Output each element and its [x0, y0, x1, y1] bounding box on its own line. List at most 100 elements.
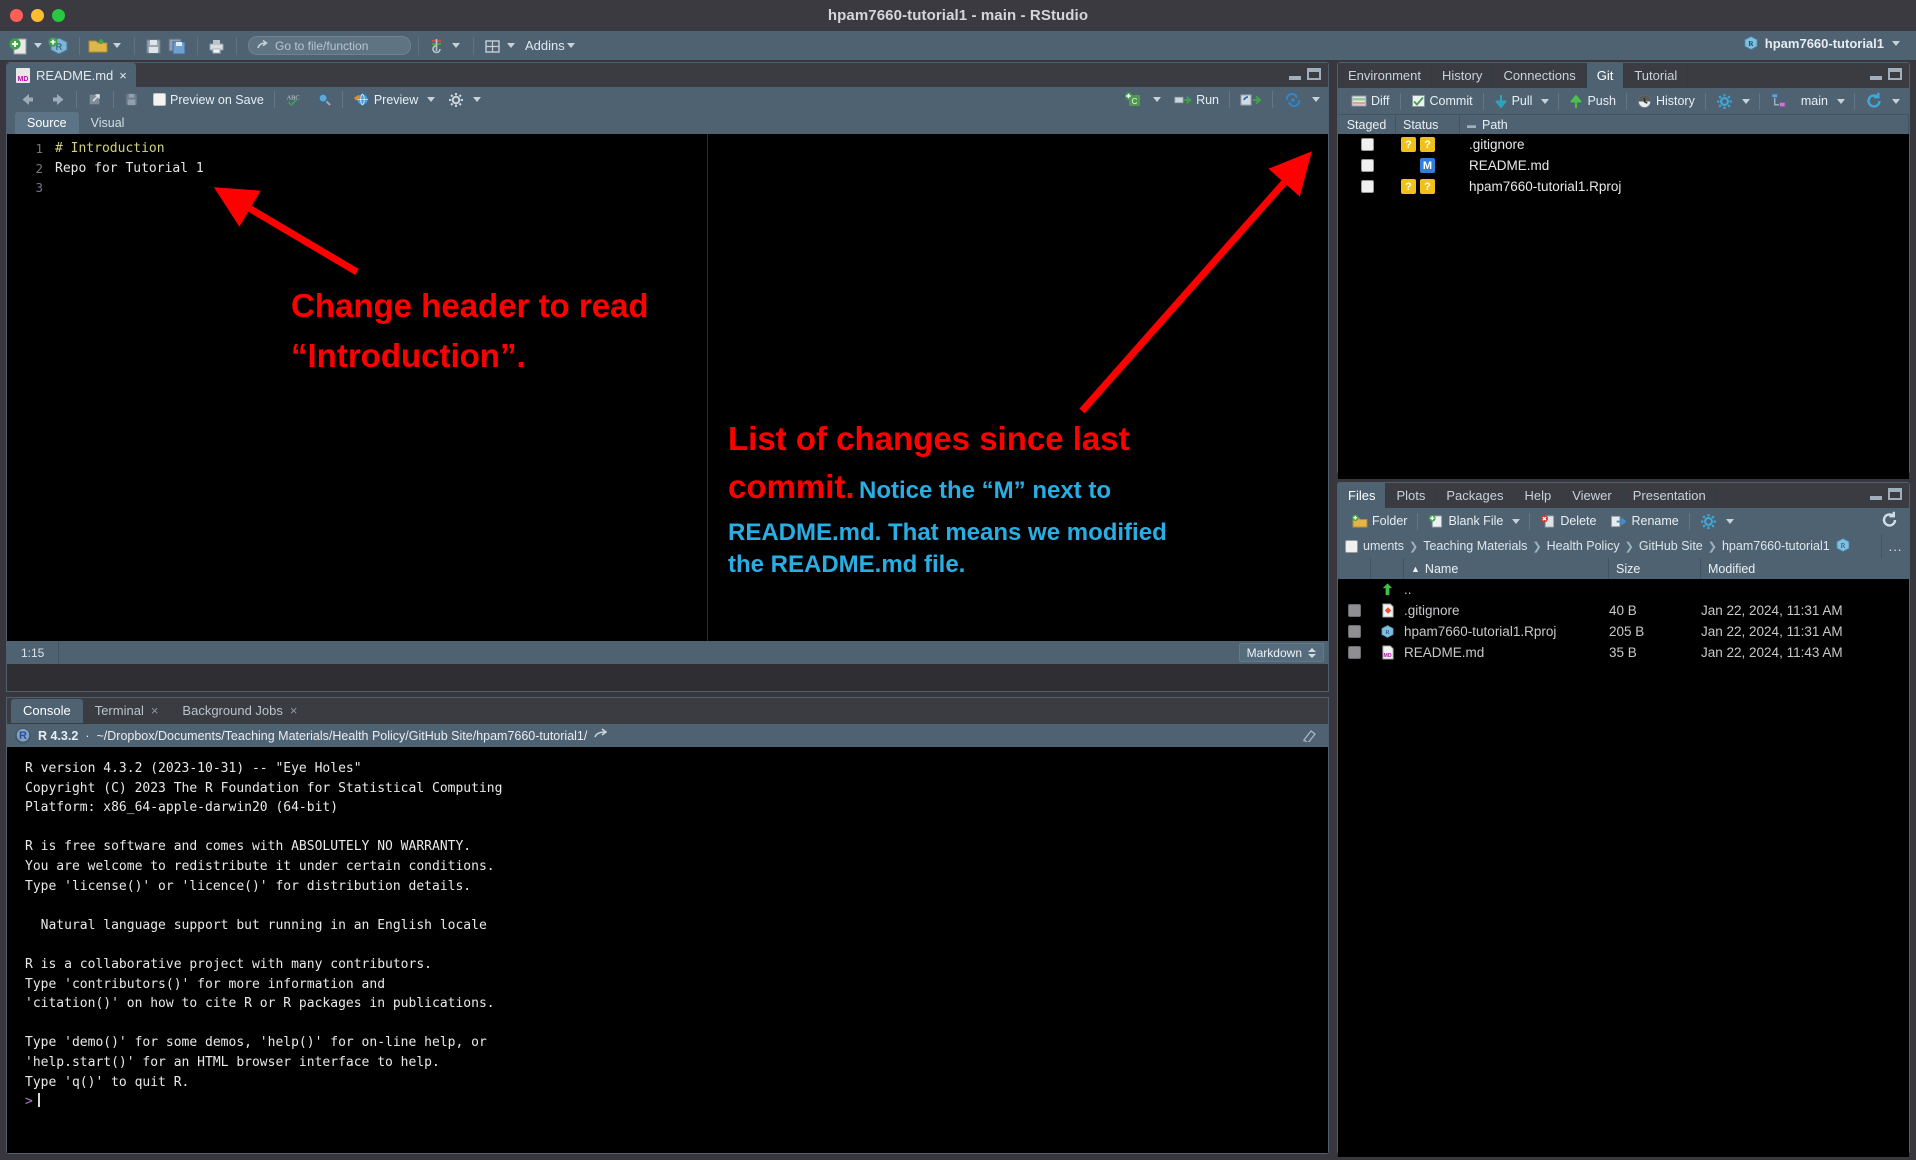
zoom-window-button[interactable] [52, 9, 65, 22]
addins-button[interactable]: Addins [525, 38, 565, 53]
file-tab-readme[interactable]: MD README.md × [7, 63, 136, 87]
open-file-dropdown-caret[interactable] [113, 43, 121, 48]
tab-environment[interactable]: Environment [1338, 63, 1432, 88]
file-name[interactable]: hpam7660-tutorial1.Rproj [1404, 624, 1609, 639]
column-header-size[interactable]: Size [1609, 558, 1701, 579]
tab-git[interactable]: Git [1586, 63, 1625, 88]
close-icon[interactable]: × [151, 703, 159, 718]
tab-presentation[interactable]: Presentation [1623, 483, 1717, 508]
git-more-caret[interactable] [1741, 98, 1750, 104]
git-window-controls[interactable] [1870, 68, 1902, 80]
tab-packages[interactable]: Packages [1436, 483, 1515, 508]
editor-settings-caret[interactable] [473, 97, 482, 102]
git-pull-button[interactable]: Pull [1487, 94, 1540, 109]
find-icon[interactable] [310, 92, 339, 107]
spellcheck-icon[interactable]: ABC [278, 92, 310, 107]
stage-checkbox[interactable] [1360, 180, 1374, 193]
gear-icon[interactable] [441, 92, 471, 108]
git-branch-selector[interactable]: main [1794, 94, 1835, 108]
git-pull-caret[interactable] [1541, 98, 1550, 104]
open-file-icon[interactable] [87, 36, 109, 56]
print-icon[interactable] [205, 36, 227, 56]
breadcrumb-item[interactable]: Teaching Materials [1423, 539, 1527, 553]
delete-button[interactable]: Delete [1533, 514, 1603, 529]
file-name[interactable]: README.md [1404, 645, 1609, 660]
git-more-gear-icon[interactable] [1709, 93, 1740, 110]
stage-checkbox[interactable] [1360, 159, 1374, 172]
back-icon[interactable] [13, 93, 43, 106]
minimize-pane-icon[interactable] [1870, 76, 1882, 80]
save-icon[interactable] [117, 92, 146, 107]
tab-files[interactable]: Files [1338, 483, 1387, 508]
chevron-updown-icon[interactable] [1308, 647, 1316, 658]
editor-window-controls[interactable] [1289, 68, 1321, 80]
close-icon[interactable]: × [290, 703, 298, 718]
breadcrumb-item[interactable]: Health Policy [1547, 539, 1620, 553]
maximize-pane-icon[interactable] [1307, 68, 1321, 80]
git-commit-button[interactable]: Commit [1404, 94, 1480, 108]
insert-chunk-caret[interactable] [1153, 97, 1162, 102]
column-header-staged[interactable]: Staged [1338, 115, 1396, 134]
source-caret[interactable] [1312, 97, 1320, 102]
code-editor[interactable]: 1 2 3 # Introduction Repo for Tutorial 1 [7, 134, 1328, 641]
show-in-new-window-icon[interactable] [80, 92, 110, 107]
list-item[interactable]: MD README.md 35 B Jan 22, 2024, 11:43 AM [1338, 642, 1909, 663]
close-icon[interactable]: × [119, 68, 127, 83]
list-item[interactable]: .gitignore 40 B Jan 22, 2024, 11:31 AM [1338, 600, 1909, 621]
tab-tutorial[interactable]: Tutorial [1624, 63, 1689, 88]
preview-on-save-checkbox[interactable]: Preview on Save [146, 93, 271, 107]
files-more-caret[interactable] [1725, 518, 1734, 524]
stage-checkbox[interactable] [1360, 138, 1374, 151]
pane-layout-caret[interactable] [507, 43, 515, 48]
addins-caret[interactable] [566, 43, 575, 48]
insert-chunk-icon[interactable]: C [1117, 91, 1151, 108]
version-control-caret[interactable] [452, 43, 460, 48]
pane-layout-icon[interactable] [481, 36, 503, 56]
list-item[interactable]: .. [1338, 579, 1909, 600]
tab-console[interactable]: Console [11, 699, 83, 723]
select-all-checkbox[interactable] [1345, 539, 1358, 553]
rerun-icon[interactable] [1233, 93, 1269, 107]
blank-file-caret[interactable] [1512, 518, 1521, 524]
traffic-lights[interactable] [10, 9, 65, 22]
save-icon[interactable] [142, 36, 164, 56]
tab-background-jobs[interactable]: Background Jobs × [170, 699, 309, 723]
select-file-checkbox[interactable] [1348, 625, 1361, 638]
preview-button[interactable]: Preview [346, 92, 425, 107]
column-header-modified[interactable]: Modified [1701, 558, 1909, 579]
file-list[interactable]: .. .gitignore 40 B Jan 22, 2024, 11:31 A… [1338, 579, 1909, 1157]
file-name[interactable]: .gitignore [1404, 603, 1609, 618]
breadcrumb[interactable]: uments ❯ Teaching Materials ❯ Health Pol… [1338, 534, 1909, 558]
breadcrumb-more-button[interactable]: ... [1881, 534, 1909, 558]
git-branch-icon[interactable] [1763, 93, 1794, 109]
git-push-button[interactable]: Push [1562, 94, 1623, 109]
git-refresh-caret[interactable] [1891, 98, 1900, 104]
minimize-pane-icon[interactable] [1289, 76, 1301, 80]
maximize-pane-icon[interactable] [1888, 68, 1902, 80]
console-output[interactable]: R version 4.3.2 (2023-10-31) -- "Eye Hol… [7, 747, 1328, 1153]
document-format-selector[interactable]: Markdown [1238, 643, 1324, 662]
tab-visual[interactable]: Visual [79, 112, 137, 134]
table-row[interactable]: ? ? .gitignore [1338, 134, 1909, 155]
run-button[interactable]: Run [1167, 93, 1226, 107]
table-row[interactable]: M README.md [1338, 155, 1909, 176]
table-row[interactable]: ? ? hpam7660-tutorial1.Rproj [1338, 176, 1909, 197]
minimize-window-button[interactable] [31, 9, 44, 22]
git-history-button[interactable]: History [1630, 94, 1702, 109]
save-all-icon[interactable] [166, 36, 188, 56]
files-window-controls[interactable] [1870, 488, 1902, 500]
files-refresh-icon[interactable] [1880, 511, 1899, 532]
tab-history[interactable]: History [1432, 63, 1494, 88]
forward-icon[interactable] [43, 93, 73, 106]
search-input[interactable]: Go to file/function [248, 36, 411, 55]
blank-file-button[interactable]: Blank File [1421, 514, 1510, 529]
rename-button[interactable]: Rename [1603, 514, 1685, 529]
preview-caret[interactable] [427, 97, 436, 102]
project-indicator[interactable]: R hpam7660-tutorial1 [1743, 35, 1906, 51]
maximize-pane-icon[interactable] [1888, 488, 1902, 500]
files-more-gear-icon[interactable] [1693, 513, 1724, 530]
open-in-finder-icon[interactable] [594, 728, 608, 743]
git-diff-button[interactable]: Diff [1344, 94, 1397, 108]
breadcrumb-item[interactable]: hpam7660-tutorial1 [1722, 539, 1830, 553]
git-refresh-icon[interactable] [1858, 92, 1890, 110]
